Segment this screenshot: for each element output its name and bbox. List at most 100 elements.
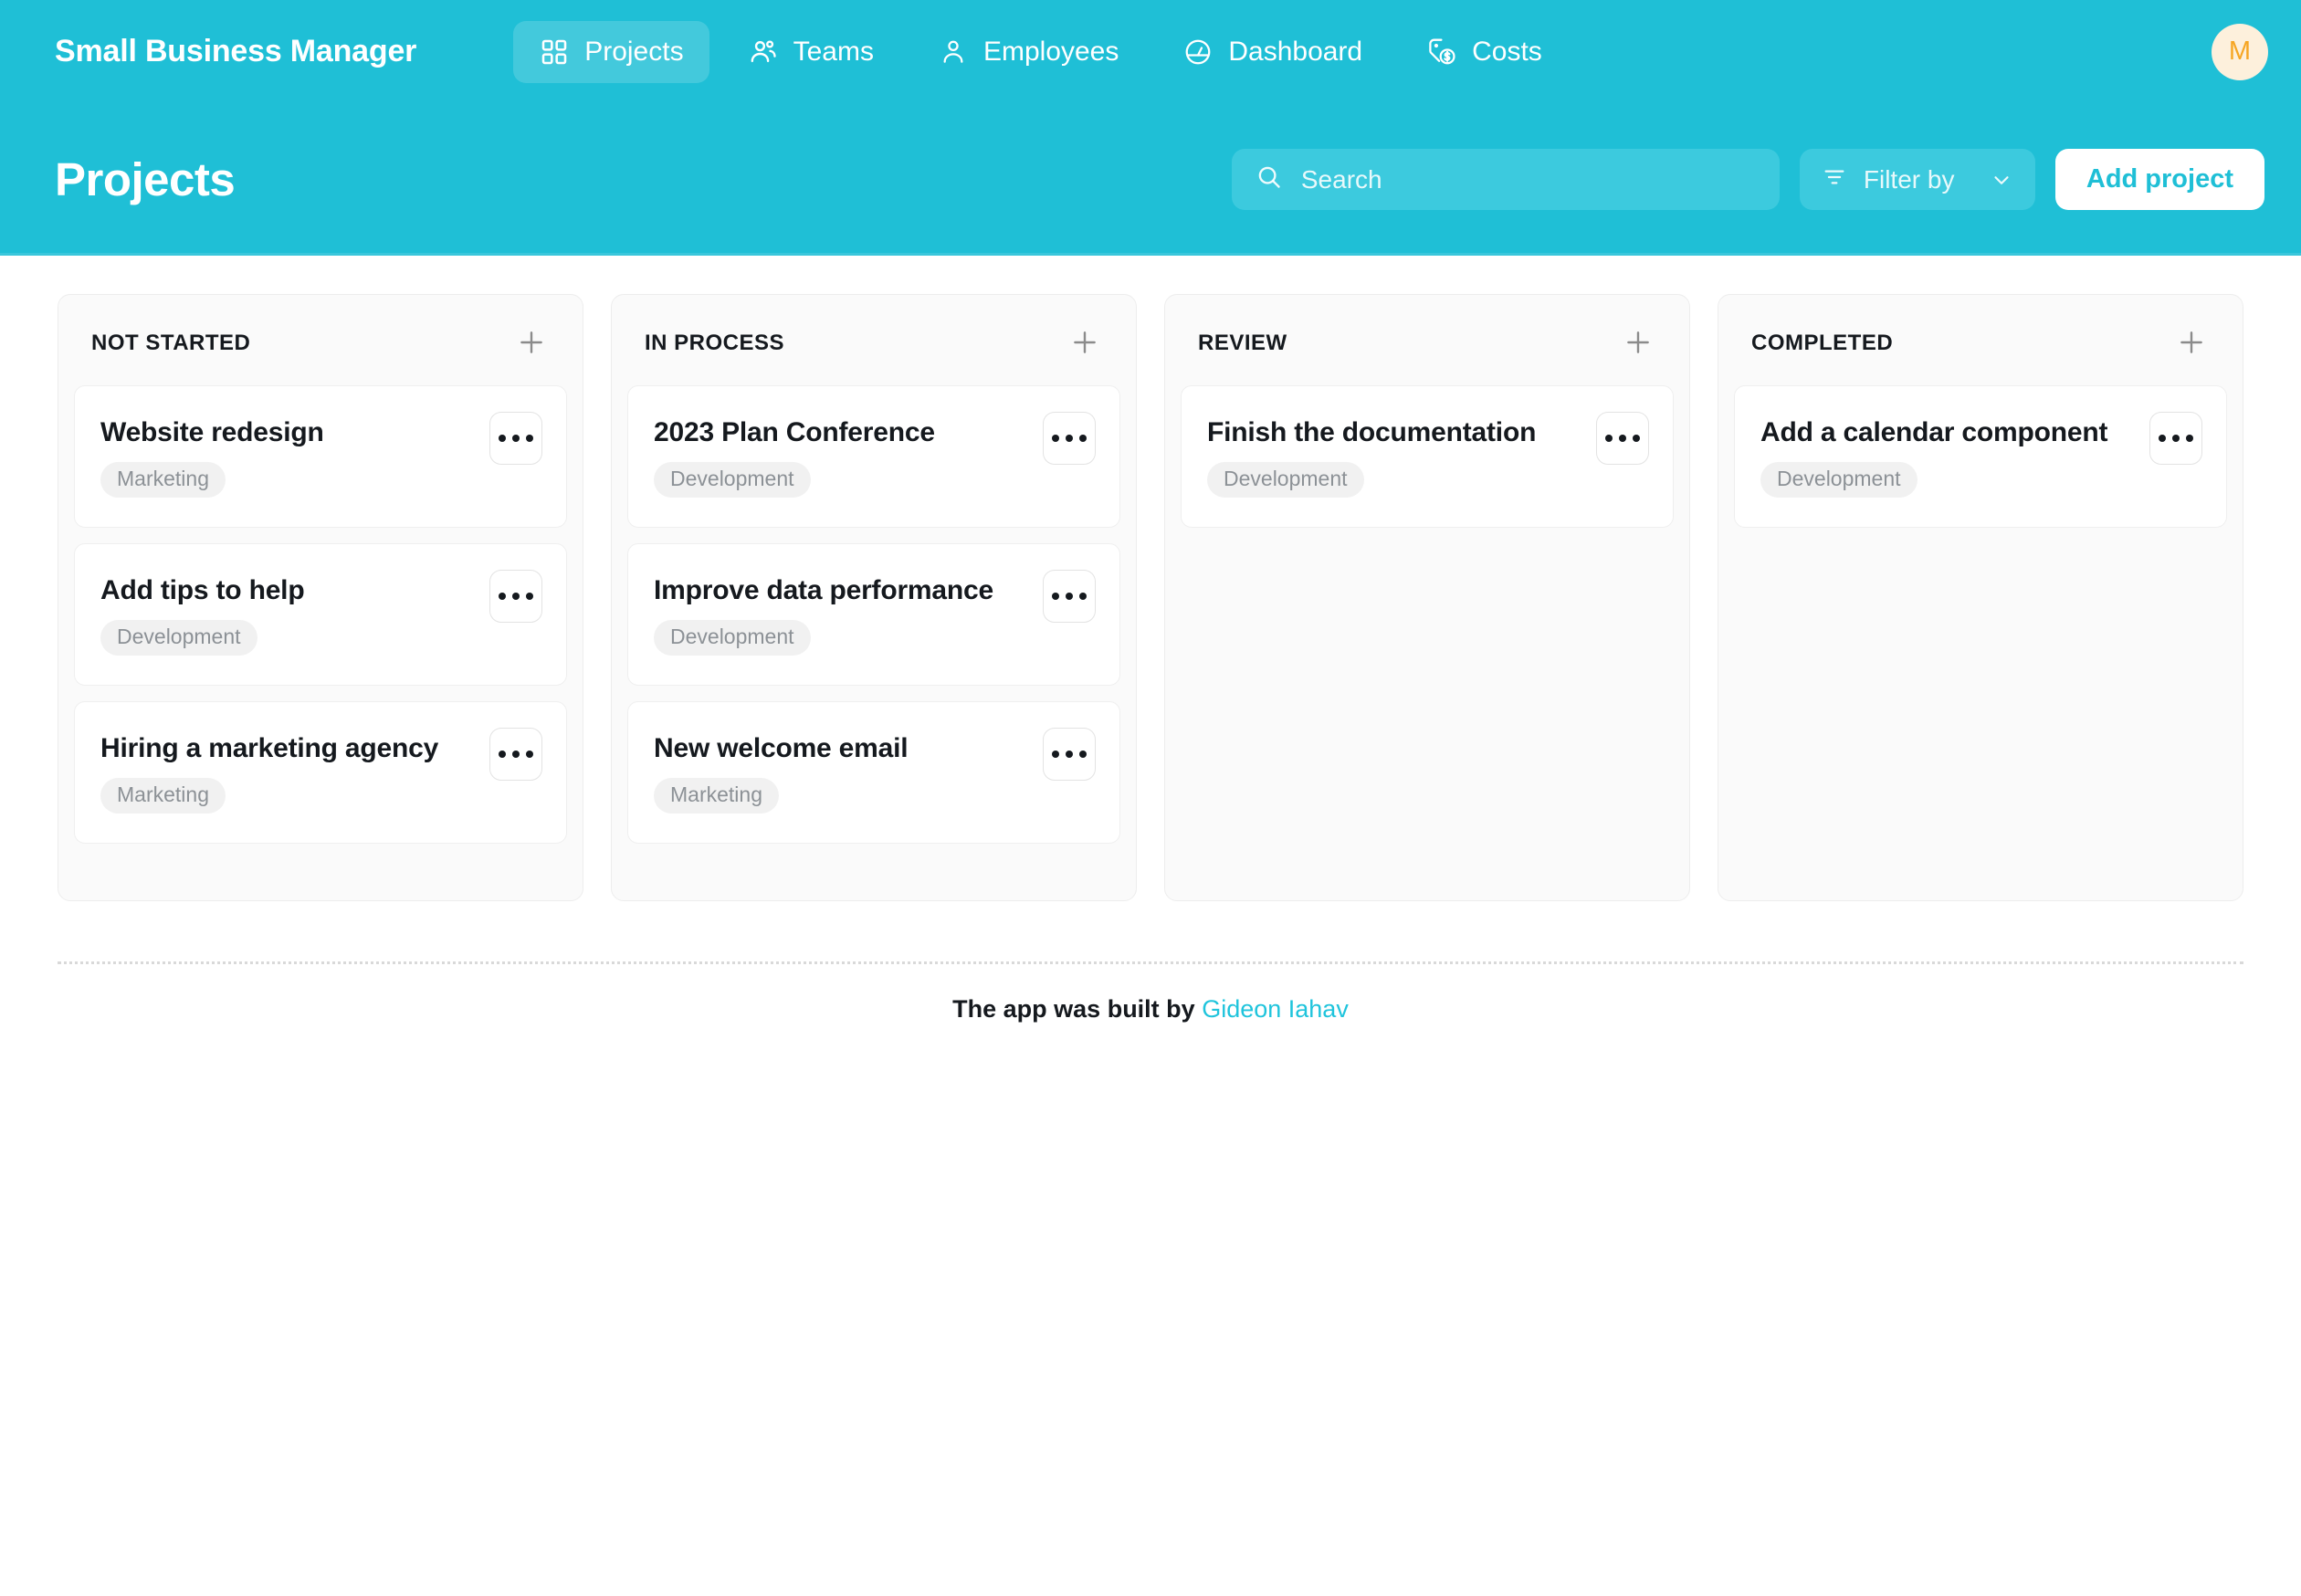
dot xyxy=(499,435,506,442)
dot xyxy=(1052,435,1059,442)
card-options-button[interactable] xyxy=(489,412,542,465)
dot xyxy=(512,593,520,600)
page-title: Projects xyxy=(55,153,236,205)
column-title: IN PROCESS xyxy=(645,331,785,355)
dot xyxy=(1066,593,1073,600)
nav-item-employees[interactable]: Employees xyxy=(912,21,1144,83)
nav-item-label: Projects xyxy=(584,36,684,67)
card-options-button[interactable] xyxy=(489,728,542,781)
project-card-title: Add tips to help xyxy=(100,575,305,605)
project-card-title: 2023 Plan Conference xyxy=(654,417,935,447)
project-card-title: Finish the documentation xyxy=(1207,417,1537,447)
filter-by-dropdown[interactable]: Filter by xyxy=(1799,149,2035,210)
card-list: 2023 Plan Conference Development Improve d… xyxy=(612,385,1136,844)
dot xyxy=(1079,751,1087,758)
project-card[interactable]: Add tips to help Development xyxy=(74,543,567,686)
footer-author-link[interactable]: Gideon Iahav xyxy=(1202,995,1349,1023)
dot xyxy=(499,593,506,600)
project-card-title: Improve data performance xyxy=(654,575,993,605)
nav-item-label: Dashboard xyxy=(1228,36,1363,67)
header-actions: Search Filter by Add project xyxy=(1231,149,2264,210)
add-card-button[interactable] xyxy=(1620,325,1656,362)
nav-item-costs[interactable]: Costs xyxy=(1401,21,1568,83)
card-list: Website redesign Marketing Add tips to hel… xyxy=(58,385,583,844)
people-icon xyxy=(748,37,779,68)
price-tag-icon xyxy=(1426,37,1457,68)
project-card-title: New welcome email xyxy=(654,733,909,763)
dot xyxy=(1079,435,1087,442)
dot xyxy=(512,751,520,758)
dot xyxy=(2172,435,2180,442)
add-card-button[interactable] xyxy=(513,325,550,362)
dot xyxy=(499,751,506,758)
page-header: Projects Search Filter by Add project xyxy=(0,103,2301,256)
kanban-column: REVIEW Finish the documentation Developmen… xyxy=(1164,294,1690,901)
project-card[interactable]: Add a calendar component Development xyxy=(1734,385,2227,528)
dot xyxy=(526,593,533,600)
gauge-icon xyxy=(1182,37,1214,68)
plus-icon xyxy=(1069,327,1100,361)
nav-item-projects[interactable]: Projects xyxy=(513,20,709,83)
project-card-tag: Development xyxy=(654,620,811,656)
filter-icon xyxy=(1822,164,1847,194)
dot xyxy=(1619,435,1626,442)
dot xyxy=(1052,751,1059,758)
card-options-button[interactable] xyxy=(1043,412,1096,465)
add-project-button[interactable]: Add project xyxy=(2054,149,2264,210)
plus-icon xyxy=(1623,327,1654,361)
kanban-column: IN PROCESS 2023 Plan Conference Developmen… xyxy=(611,294,1137,901)
project-card[interactable]: New welcome email Marketing xyxy=(627,701,1120,844)
project-card-title: Add a calendar component xyxy=(1760,417,2108,447)
project-card-tag: Marketing xyxy=(100,778,226,814)
search-icon xyxy=(1256,163,1283,195)
column-header: COMPLETED xyxy=(1718,295,2243,385)
grid-icon xyxy=(539,37,570,68)
column-header: IN PROCESS xyxy=(612,295,1136,385)
person-icon xyxy=(938,37,969,68)
add-card-button[interactable] xyxy=(2173,325,2210,362)
card-options-button[interactable] xyxy=(1043,728,1096,781)
search-placeholder: Search xyxy=(1300,164,1382,194)
card-options-button[interactable] xyxy=(1596,412,1649,465)
dot xyxy=(2159,435,2166,442)
dot xyxy=(1052,593,1059,600)
project-card[interactable]: Hiring a marketing agency Marketing xyxy=(74,701,567,844)
nav-item-label: Teams xyxy=(793,36,874,67)
project-card-tag: Development xyxy=(1760,462,1918,498)
project-card-tag: Marketing xyxy=(100,462,226,498)
project-card[interactable]: Finish the documentation Development xyxy=(1181,385,1674,528)
search-input[interactable]: Search xyxy=(1231,149,1780,210)
footer: The app was built by Gideon Iahav xyxy=(58,961,2243,1024)
nav-item-dashboard[interactable]: Dashboard xyxy=(1157,21,1388,83)
add-card-button[interactable] xyxy=(1066,325,1103,362)
card-options-button[interactable] xyxy=(2149,412,2202,465)
footer-credit: The app was built by Gideon Iahav xyxy=(58,995,2243,1024)
chevron-down-icon xyxy=(1990,168,2013,192)
column-title: COMPLETED xyxy=(1751,331,1894,355)
dot xyxy=(512,435,520,442)
project-card-tag: Marketing xyxy=(654,778,779,814)
project-card[interactable]: Improve data performance Development xyxy=(627,543,1120,686)
nav-item-label: Employees xyxy=(982,36,1119,67)
nav-item-label: Costs xyxy=(1472,36,1542,67)
dot xyxy=(526,751,533,758)
main-nav: Projects Teams Employees Dashboard Costs xyxy=(513,20,1568,83)
card-options-button[interactable] xyxy=(489,570,542,623)
kanban-board: NOT STARTED Website redesign Marketing Add … xyxy=(0,256,2301,901)
project-card[interactable]: 2023 Plan Conference Development xyxy=(627,385,1120,528)
project-card-tag: Development xyxy=(100,620,257,656)
project-card-title: Website redesign xyxy=(100,417,324,447)
card-list: Add a calendar component Development xyxy=(1718,385,2243,528)
nav-item-teams[interactable]: Teams xyxy=(722,21,899,83)
project-card[interactable]: Website redesign Marketing xyxy=(74,385,567,528)
project-card-tag: Development xyxy=(1207,462,1364,498)
avatar[interactable]: M xyxy=(2212,23,2268,80)
dot xyxy=(1633,435,1640,442)
footer-credit-prefix: The app was built by xyxy=(952,995,1195,1023)
top-navigation-bar: Small Business Manager Projects Teams Em… xyxy=(0,0,2301,103)
app-brand-title: Small Business Manager xyxy=(55,34,417,68)
card-options-button[interactable] xyxy=(1043,570,1096,623)
column-header: NOT STARTED xyxy=(58,295,583,385)
card-list: Finish the documentation Development xyxy=(1165,385,1689,528)
project-card-title: Hiring a marketing agency xyxy=(100,733,439,763)
